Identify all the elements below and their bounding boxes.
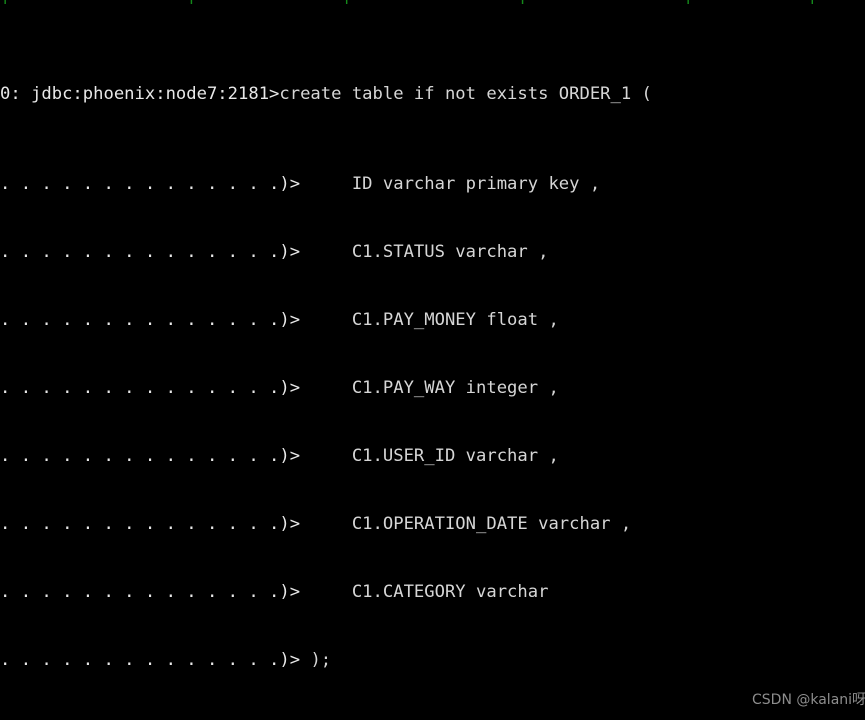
continuation-text: C1.OPERATION_DATE varchar , [300,514,632,534]
command-text-create-table: create table if not exists ORDER_1 ( [279,83,652,104]
continuation-text: C1.PAY_WAY integer , [300,378,559,399]
continuation-text: ID varchar primary key , [300,174,601,195]
continuation-line: . . . . . . . . . . . . . .)> C1.CATEGOR… [0,581,865,604]
continuation-line: . . . . . . . . . . . . . .)> C1.PAY_MON… [0,309,865,332]
continuation-line: . . . . . . . . . . . . . .)> C1.USER_ID… [0,445,865,468]
terminal-window: | | | | | | | 0: jdbc:phoenix:node7:2181… [0,0,865,720]
continuation-line: . . . . . . . . . . . . . .)> C1.PAY_WAY… [0,377,865,400]
continuation-line: . . . . . . . . . . . . . .)> C1.STATUS … [0,241,865,264]
continuation-prompt: . . . . . . . . . . . . . .)> [0,649,301,670]
continuation-prompt: . . . . . . . . . . . . . .)> [0,310,301,331]
continuation-text: ); [300,649,332,670]
terminal-scroll-content: 0: jdbc:phoenix:node7:2181>create table … [0,0,865,720]
continuation-prompt: . . . . . . . . . . . . . .)> [0,174,301,195]
continuation-prompt: . . . . . . . . . . . . . .)> [0,581,301,602]
continuation-text: C1.CATEGORY varchar [300,581,549,602]
continuation-prompt: . . . . . . . . . . . . . .)> [0,514,301,534]
continuation-prompt: . . . . . . . . . . . . . .)> [0,242,301,263]
continuation-text: C1.PAY_MONEY float , [300,310,559,331]
continuation-text: C1.USER_ID varchar , [300,446,559,467]
command-line-create-table: 0: jdbc:phoenix:node7:2181>create table … [0,83,865,106]
shell-prompt: 0: jdbc:phoenix:node7:2181> [0,83,280,104]
continuation-line: . . . . . . . . . . . . . .)> ID varchar… [0,173,865,196]
continuation-line: . . . . . . . . . . . . . .)> ); [0,649,865,672]
csdn-watermark: CSDN @kalani呀 [752,692,865,708]
continuation-text: C1.STATUS varchar , [300,242,549,263]
continuation-prompt: . . . . . . . . . . . . . .)> [0,446,301,467]
continuation-prompt: . . . . . . . . . . . . . .)> [0,378,301,399]
continuation-line: . . . . . . . . . . . . . .)> C1.OPERATI… [0,513,865,536]
